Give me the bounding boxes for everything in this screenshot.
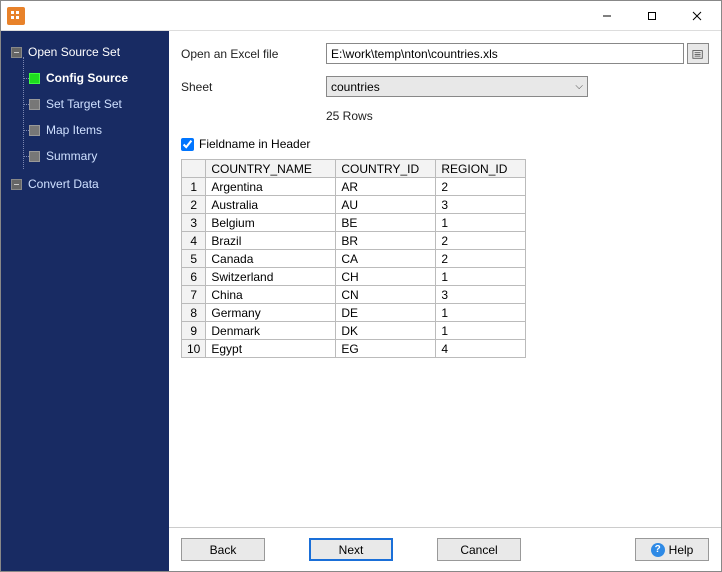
tree-step-icon	[29, 99, 40, 110]
table-row[interactable]: 5CanadaCA2	[182, 250, 526, 268]
cell-region-id: 1	[436, 268, 526, 286]
cell-country-name: Belgium	[206, 214, 336, 232]
cell-region-id: 4	[436, 340, 526, 358]
row-number: 1	[182, 178, 206, 196]
cell-region-id: 1	[436, 304, 526, 322]
tree-step-icon	[29, 125, 40, 136]
table-row[interactable]: 9DenmarkDK1	[182, 322, 526, 340]
fieldname-header-checkbox[interactable]	[181, 138, 194, 151]
tree-step-icon	[29, 73, 40, 84]
cell-country-id: DE	[336, 304, 436, 322]
cell-country-id: AR	[336, 178, 436, 196]
open-file-label: Open an Excel file	[181, 47, 326, 61]
sidebar-item-set-target-set[interactable]: Set Target Set	[15, 91, 163, 117]
cell-country-name: Egypt	[206, 340, 336, 358]
sheet-select-value: countries	[331, 80, 380, 94]
minimize-button[interactable]	[584, 2, 629, 30]
sidebar-item-open-source-set[interactable]: Open Source Set	[11, 39, 163, 65]
browse-button[interactable]	[687, 43, 709, 64]
sidebar-item-config-source[interactable]: Config Source	[15, 65, 163, 91]
cancel-button[interactable]: Cancel	[437, 538, 521, 561]
cell-region-id: 1	[436, 214, 526, 232]
sidebar-item-label: Convert Data	[28, 177, 99, 191]
tree-expander-icon	[11, 47, 22, 58]
next-button[interactable]: Next	[309, 538, 393, 561]
column-header[interactable]: COUNTRY_ID	[336, 160, 436, 178]
row-number: 8	[182, 304, 206, 322]
cell-country-id: CA	[336, 250, 436, 268]
table-row[interactable]: 8GermanyDE1	[182, 304, 526, 322]
table-row[interactable]: 3BelgiumBE1	[182, 214, 526, 232]
cell-region-id: 2	[436, 178, 526, 196]
wizard-footer: Back Next Cancel ? Help	[169, 527, 721, 571]
cell-region-id: 2	[436, 250, 526, 268]
titlebar	[1, 1, 721, 31]
main-panel: Open an Excel file	[169, 31, 721, 571]
cell-country-name: Brazil	[206, 232, 336, 250]
cell-country-id: BR	[336, 232, 436, 250]
cell-country-id: CN	[336, 286, 436, 304]
column-header[interactable]: COUNTRY_NAME	[206, 160, 336, 178]
cell-country-id: BE	[336, 214, 436, 232]
sidebar-item-label: Summary	[46, 149, 97, 163]
back-button[interactable]: Back	[181, 538, 265, 561]
cell-region-id: 2	[436, 232, 526, 250]
preview-grid: COUNTRY_NAME COUNTRY_ID REGION_ID 1Argen…	[181, 159, 526, 358]
cell-country-name: Canada	[206, 250, 336, 268]
help-button-label: Help	[669, 543, 694, 557]
cell-region-id: 1	[436, 322, 526, 340]
cell-country-name: China	[206, 286, 336, 304]
table-row[interactable]: 1ArgentinaAR2	[182, 178, 526, 196]
help-button[interactable]: ? Help	[635, 538, 709, 561]
row-number: 5	[182, 250, 206, 268]
row-number: 6	[182, 268, 206, 286]
sidebar-item-label: Map Items	[46, 123, 102, 137]
app-window: Open Source Set Config Source Set Target…	[0, 0, 722, 572]
tree-expander-icon	[11, 179, 22, 190]
row-number: 7	[182, 286, 206, 304]
sheet-label: Sheet	[181, 80, 326, 94]
table-row[interactable]: 2AustraliaAU3	[182, 196, 526, 214]
cell-country-name: Germany	[206, 304, 336, 322]
table-row[interactable]: 4BrazilBR2	[182, 232, 526, 250]
cell-country-id: CH	[336, 268, 436, 286]
cell-country-id: EG	[336, 340, 436, 358]
row-number: 2	[182, 196, 206, 214]
row-number: 4	[182, 232, 206, 250]
folder-open-icon	[692, 48, 704, 60]
cell-country-id: DK	[336, 322, 436, 340]
sheet-select[interactable]: countries ⌵	[326, 76, 588, 97]
sidebar-item-convert-data[interactable]: Convert Data	[11, 171, 163, 197]
close-button[interactable]	[674, 2, 719, 30]
sidebar-item-summary[interactable]: Summary	[15, 143, 163, 169]
cell-country-id: AU	[336, 196, 436, 214]
table-row[interactable]: 10EgyptEG4	[182, 340, 526, 358]
file-path-input[interactable]	[326, 43, 684, 64]
table-row[interactable]: 6SwitzerlandCH1	[182, 268, 526, 286]
sidebar-item-label: Set Target Set	[46, 97, 122, 111]
cell-country-name: Argentina	[206, 178, 336, 196]
table-row[interactable]: 7ChinaCN3	[182, 286, 526, 304]
fieldname-header-label: Fieldname in Header	[199, 137, 310, 151]
sidebar-item-label: Config Source	[46, 71, 128, 85]
cell-country-name: Switzerland	[206, 268, 336, 286]
wizard-sidebar: Open Source Set Config Source Set Target…	[1, 31, 169, 571]
row-number: 9	[182, 322, 206, 340]
cell-region-id: 3	[436, 286, 526, 304]
row-number: 3	[182, 214, 206, 232]
help-icon: ?	[651, 543, 665, 557]
grid-corner	[182, 160, 206, 178]
cell-country-name: Denmark	[206, 322, 336, 340]
sidebar-item-map-items[interactable]: Map Items	[15, 117, 163, 143]
column-header[interactable]: REGION_ID	[436, 160, 526, 178]
sidebar-item-label: Open Source Set	[28, 45, 120, 59]
maximize-button[interactable]	[629, 2, 674, 30]
row-number: 10	[182, 340, 206, 358]
cell-region-id: 3	[436, 196, 526, 214]
chevron-down-icon: ⌵	[575, 81, 583, 92]
app-icon	[7, 7, 25, 25]
tree-step-icon	[29, 151, 40, 162]
row-count-label: 25 Rows	[181, 109, 709, 123]
cell-country-name: Australia	[206, 196, 336, 214]
